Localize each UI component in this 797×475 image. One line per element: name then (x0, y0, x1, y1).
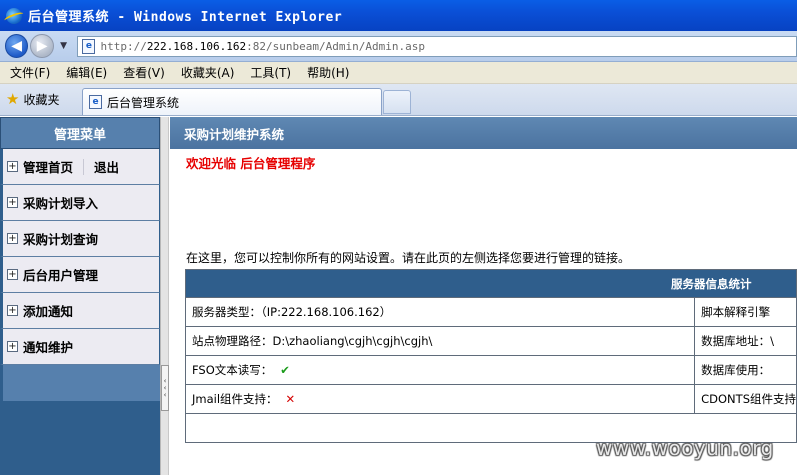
history-dropdown-icon[interactable]: ▼ (58, 41, 70, 51)
sidebar-item-label[interactable]: 采购计划查询 (23, 229, 98, 248)
server-type-label: 服务器类型：（IP:222.168.106.162） (192, 305, 392, 319)
menu-file[interactable]: 文件(F) (10, 64, 50, 81)
cross-icon: ✕ (285, 392, 296, 406)
logout-link[interactable]: 退出 (94, 157, 119, 176)
main-header: 采购计划维护系统 (170, 117, 797, 149)
favorites-label: 收藏夹 (23, 93, 60, 107)
fso-label: FSO文本读写： (192, 363, 273, 377)
menu-favorites[interactable]: 收藏夹(A) (181, 64, 235, 81)
expand-plus-icon[interactable]: + (7, 161, 18, 172)
sidebar-item-label[interactable]: 后台用户管理 (23, 265, 98, 284)
table-row: FSO文本读写： ✔ 数据库使用： (184, 355, 797, 385)
intro-text: 在这里，您可以控制你所有的网站设置。请在此页的左侧选择您要进行管理的链接。 (186, 251, 631, 265)
sidebar-item-users[interactable]: + 后台用户管理 (0, 257, 160, 293)
address-toolbar: ◀ ▶ ▼ e http://222.168.106.162:82/sunbea… (0, 31, 797, 62)
menu-tools[interactable]: 工具(T) (250, 64, 291, 81)
jmail-label: Jmail组件支持： (192, 392, 278, 406)
star-icon: ★ (6, 90, 20, 108)
sidebar: 管理菜单 + 管理首页 退出 + 采购计划导入 + 采购计划查询 + 后台用户管… (0, 117, 160, 475)
table-row: 站点物理路径：D:\zhaoliang\cgjh\cgjh\cgjh\ 数据库地… (184, 326, 797, 356)
tab-bar: ★ 收藏夹 e 后台管理系统 (0, 84, 797, 116)
forward-button[interactable]: ▶ (30, 34, 54, 58)
expand-plus-icon[interactable]: + (7, 269, 18, 280)
divider (83, 158, 85, 175)
sidebar-item-label[interactable]: 采购计划导入 (23, 193, 98, 212)
site-path-label: 站点物理路径：D:\zhaoliang\cgjh\cgjh\cgjh\ (192, 334, 433, 348)
ie-logo-icon (6, 7, 22, 24)
sidebar-item-query[interactable]: + 采购计划查询 (0, 221, 160, 257)
welcome-text: 欢迎光临 后台管理程序 (186, 156, 316, 171)
url-path: :82/sunbeam/Admin/Admin.asp (246, 39, 425, 53)
sidebar-item-home[interactable]: + 管理首页 退出 (0, 149, 160, 185)
sidebar-item-label[interactable]: 通知维护 (23, 337, 73, 356)
expand-plus-icon[interactable]: + (7, 233, 18, 244)
sidebar-item-add-notice[interactable]: + 添加通知 (0, 293, 160, 329)
table-title: 服务器信息统计 (185, 269, 797, 298)
menu-bar: 文件(F) 编辑(E) 查看(V) 收藏夹(A) 工具(T) 帮助(H) (0, 62, 797, 84)
window-title: 后台管理系统 - Windows Internet Explorer (28, 10, 343, 25)
tab-label: 后台管理系统 (107, 95, 180, 110)
new-tab-button[interactable] (383, 90, 411, 114)
watermark: www.wooyun.org (596, 436, 774, 460)
expand-plus-icon[interactable]: + (7, 305, 18, 316)
url-input[interactable]: e http://222.168.106.162:82/sunbeam/Admi… (77, 35, 797, 57)
main-content: 采购计划维护系统 欢迎光临 后台管理程序 在这里，您可以控制你所有的网站设置。请… (170, 117, 797, 475)
db-address-label: 数据库地址：\ (701, 334, 774, 348)
table-row: 服务器类型：（IP:222.168.106.162） 脚本解释引擎 (184, 297, 797, 327)
sidebar-item-label[interactable]: 管理首页 (23, 157, 73, 176)
check-icon: ✔ (280, 363, 290, 377)
url-prefix: http:// (100, 39, 147, 53)
expand-plus-icon[interactable]: + (7, 341, 18, 352)
sidebar-blank (0, 365, 160, 401)
db-usage-label: 数据库使用： (701, 363, 771, 377)
script-engine-label: 脚本解释引擎 (701, 305, 771, 319)
menu-help[interactable]: 帮助(H) (307, 64, 349, 81)
tab-active[interactable]: e 后台管理系统 (82, 88, 382, 115)
sidebar-item-notice-maintenance[interactable]: + 通知维护 (0, 329, 160, 365)
tab-page-icon: e (89, 95, 102, 109)
favorites-button[interactable]: ★ 收藏夹 (6, 91, 59, 108)
cdonts-label: CDONTS组件支持 (701, 392, 796, 406)
menu-edit[interactable]: 编辑(E) (66, 64, 107, 81)
sidebar-header: 管理菜单 (0, 117, 160, 149)
frame-splitter[interactable]: ‹ ‹ ‹ (160, 117, 169, 475)
menu-view[interactable]: 查看(V) (123, 64, 165, 81)
window-titlebar: 后台管理系统 - Windows Internet Explorer (0, 0, 797, 31)
sidebar-item-label[interactable]: 添加通知 (23, 301, 73, 320)
url-host: 222.168.106.162 (146, 39, 247, 53)
server-info-table: 服务器信息统计 服务器类型：（IP:222.168.106.162） 脚本解释引… (184, 269, 797, 443)
expand-plus-icon[interactable]: + (7, 197, 18, 208)
sidebar-item-import[interactable]: + 采购计划导入 (0, 185, 160, 221)
collapse-handle[interactable]: ‹ ‹ ‹ (161, 365, 169, 411)
page-icon: e (82, 38, 96, 54)
back-button[interactable]: ◀ (5, 34, 29, 58)
table-row: Jmail组件支持： ✕ CDONTS组件支持 (184, 384, 797, 414)
